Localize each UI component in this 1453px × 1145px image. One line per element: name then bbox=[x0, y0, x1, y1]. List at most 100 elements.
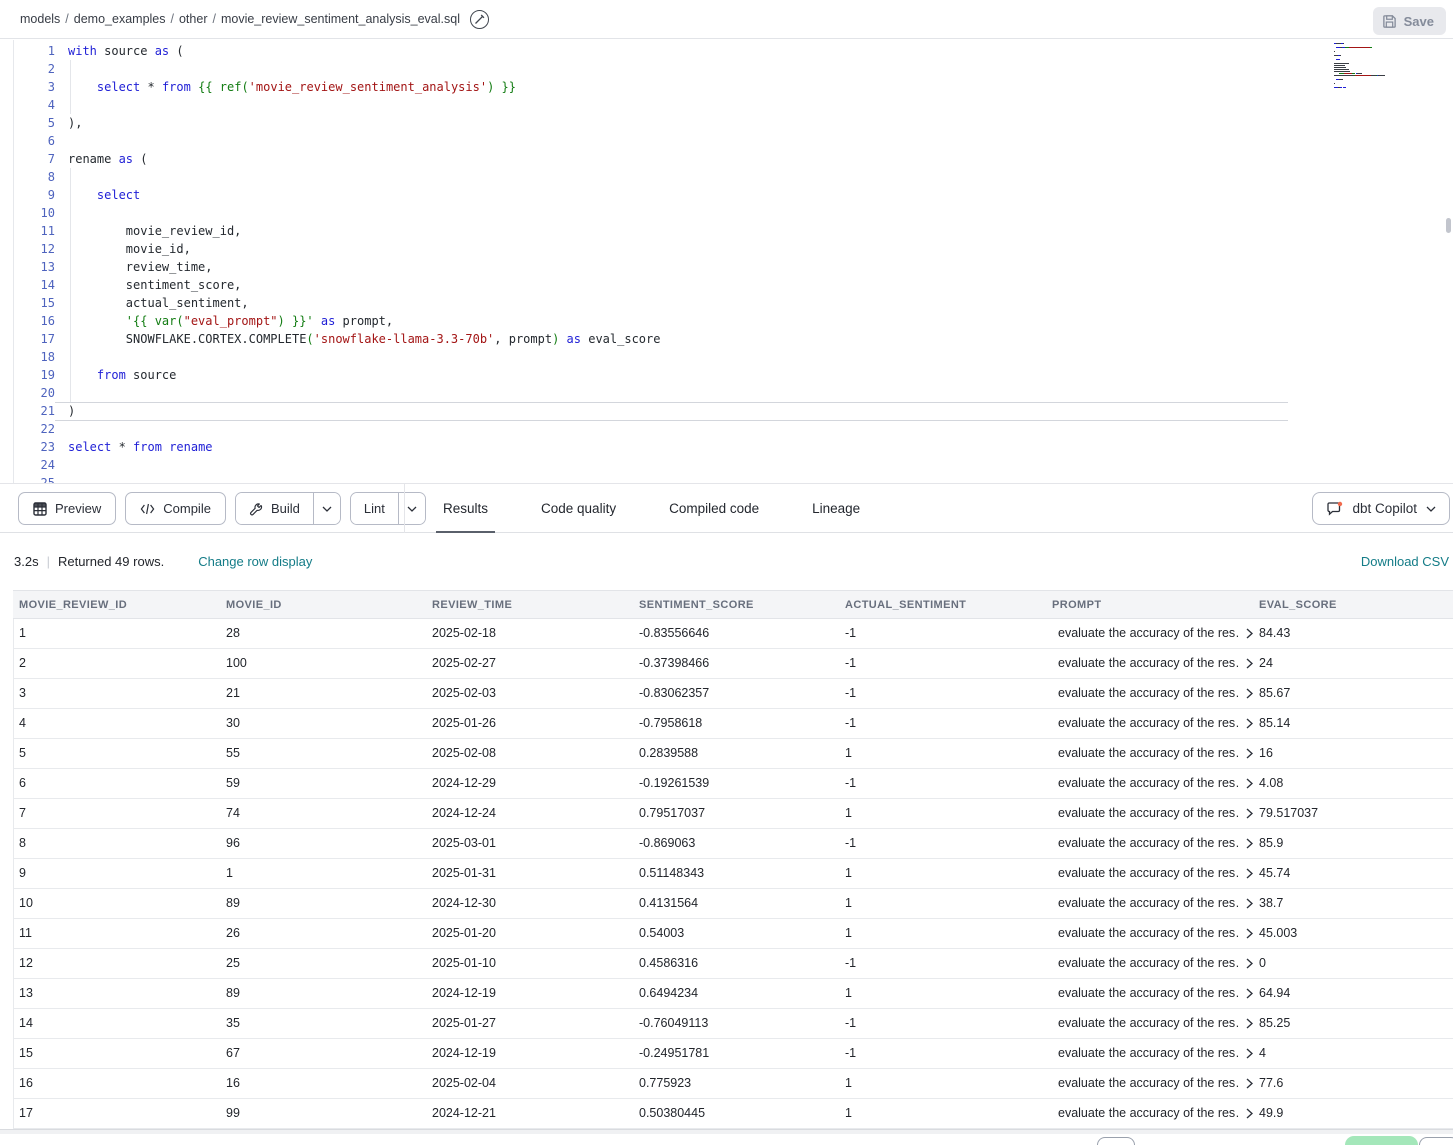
expand-chevron-icon[interactable] bbox=[1246, 958, 1253, 969]
code-line[interactable]: 17 SNOWFLAKE.CORTEX.COMPLETE('snowflake-… bbox=[13, 330, 1453, 348]
table-cell: 3 bbox=[13, 679, 220, 708]
download-csv-link[interactable]: Download CSV bbox=[1361, 554, 1449, 569]
code-line[interactable]: 10 bbox=[13, 204, 1453, 222]
table-cell: 2024-12-30 bbox=[426, 889, 633, 918]
table-cell: 2025-01-26 bbox=[426, 709, 633, 738]
preview-button[interactable]: Preview bbox=[18, 492, 116, 525]
code-line[interactable]: 20 bbox=[13, 384, 1453, 402]
tab-lineage[interactable]: Lineage bbox=[799, 484, 873, 533]
build-button[interactable]: Build bbox=[236, 493, 313, 524]
bottom-green-button[interactable] bbox=[1345, 1136, 1418, 1145]
change-row-display-link[interactable]: Change row display bbox=[198, 554, 312, 569]
code-line[interactable]: 16 '{{ var("eval_prompt") }}' as prompt, bbox=[13, 312, 1453, 330]
code-line[interactable]: 5), bbox=[13, 114, 1453, 132]
lint-button[interactable]: Lint bbox=[351, 493, 398, 524]
status-separator: | bbox=[47, 554, 50, 569]
code-line[interactable]: 19 from source bbox=[13, 366, 1453, 384]
compile-button[interactable]: Compile bbox=[125, 492, 226, 525]
code-line[interactable]: 12 movie_id, bbox=[13, 240, 1453, 258]
expand-chevron-icon[interactable] bbox=[1246, 1018, 1253, 1029]
code-line[interactable]: 22 bbox=[13, 420, 1453, 438]
expand-chevron-icon[interactable] bbox=[1246, 628, 1253, 639]
code-line[interactable]: 1with source as ( bbox=[13, 42, 1453, 60]
expand-chevron-icon[interactable] bbox=[1246, 928, 1253, 939]
table-cell: -1 bbox=[839, 679, 1046, 708]
breadcrumb-segment[interactable]: models bbox=[20, 12, 60, 26]
code-line[interactable]: 8 bbox=[13, 168, 1453, 186]
table-cell-eval-score: 85.14 bbox=[1253, 709, 1453, 738]
lint-dropdown-chevron[interactable] bbox=[398, 493, 425, 524]
breadcrumb-segment[interactable]: demo_examples bbox=[74, 12, 166, 26]
editor-scrollbar[interactable] bbox=[1446, 218, 1451, 233]
code-line[interactable]: 6 bbox=[13, 132, 1453, 150]
code-line[interactable]: 11 movie_review_id, bbox=[13, 222, 1453, 240]
tab-code-quality[interactable]: Code quality bbox=[528, 484, 629, 533]
expand-chevron-icon[interactable] bbox=[1246, 748, 1253, 759]
breadcrumb-separator: / bbox=[65, 12, 68, 26]
code-line[interactable]: 2 bbox=[13, 60, 1453, 78]
save-button[interactable]: Save bbox=[1373, 7, 1446, 35]
table-row: 11262025-01-200.540031evaluate the accur… bbox=[13, 919, 1453, 949]
prompt-cell: evaluate the accuracy of the res… bbox=[1046, 649, 1253, 678]
table-cell: 1 bbox=[839, 919, 1046, 948]
expand-chevron-icon[interactable] bbox=[1246, 898, 1253, 909]
column-header[interactable]: EVAL_SCORE bbox=[1253, 591, 1453, 618]
expand-chevron-icon[interactable] bbox=[1246, 868, 1253, 879]
format-file-icon[interactable] bbox=[470, 10, 489, 29]
code-line[interactable]: 4 bbox=[13, 96, 1453, 114]
code-editor[interactable]: 1with source as (23 select * from {{ ref… bbox=[0, 40, 1453, 483]
table-cell: 9 bbox=[13, 859, 220, 888]
editor-minimap[interactable] bbox=[1334, 43, 1446, 93]
expand-chevron-icon[interactable] bbox=[1246, 808, 1253, 819]
table-cell: -1 bbox=[839, 1039, 1046, 1068]
table-cell: -1 bbox=[839, 619, 1046, 648]
expand-chevron-icon[interactable] bbox=[1246, 1108, 1253, 1119]
build-dropdown-chevron[interactable] bbox=[313, 493, 340, 524]
column-header[interactable]: MOVIE_REVIEW_ID bbox=[13, 591, 220, 618]
code-line[interactable]: 7rename as ( bbox=[13, 150, 1453, 168]
bottom-partial-button[interactable] bbox=[1097, 1137, 1135, 1145]
code-line[interactable]: 24 bbox=[13, 456, 1453, 474]
table-cell: -0.76049113 bbox=[633, 1009, 839, 1038]
column-header[interactable]: REVIEW_TIME bbox=[426, 591, 633, 618]
code-line[interactable]: 13 review_time, bbox=[13, 258, 1453, 276]
table-cell: -0.19261539 bbox=[633, 769, 839, 798]
column-header[interactable]: MOVIE_ID bbox=[220, 591, 426, 618]
tab-compiled-code[interactable]: Compiled code bbox=[656, 484, 772, 533]
breadcrumb-segment[interactable]: movie_review_sentiment_analysis_eval.sql bbox=[221, 12, 460, 26]
table-cell: 2025-03-01 bbox=[426, 829, 633, 858]
table-cell: 10 bbox=[13, 889, 220, 918]
expand-chevron-icon[interactable] bbox=[1246, 718, 1253, 729]
table-row: 8962025-03-01-0.869063-1evaluate the acc… bbox=[13, 829, 1453, 859]
expand-chevron-icon[interactable] bbox=[1246, 778, 1253, 789]
column-header[interactable]: ACTUAL_SENTIMENT bbox=[839, 591, 1046, 618]
dbt-copilot-button[interactable]: dbt Copilot bbox=[1312, 492, 1450, 525]
code-line[interactable]: 23select * from rename bbox=[13, 438, 1453, 456]
column-header[interactable]: PROMPT bbox=[1046, 591, 1253, 618]
code-line[interactable]: 15 actual_sentiment, bbox=[13, 294, 1453, 312]
table-cell: 0.54003 bbox=[633, 919, 839, 948]
code-line[interactable]: 18 bbox=[13, 348, 1453, 366]
expand-chevron-icon[interactable] bbox=[1246, 1048, 1253, 1059]
line-number: 19 bbox=[13, 366, 55, 384]
table-row: 14352025-01-27-0.76049113-1evaluate the … bbox=[13, 1009, 1453, 1039]
code-line[interactable]: 21) bbox=[13, 402, 1453, 420]
expand-chevron-icon[interactable] bbox=[1246, 838, 1253, 849]
breadcrumb-segment[interactable]: other bbox=[179, 12, 208, 26]
prompt-text: evaluate the accuracy of the res… bbox=[1052, 679, 1239, 708]
build-split-button: Build bbox=[235, 492, 341, 525]
column-header[interactable]: SENTIMENT_SCORE bbox=[633, 591, 839, 618]
breadcrumb-separator: / bbox=[171, 12, 174, 26]
code-line[interactable]: 14 sentiment_score, bbox=[13, 276, 1453, 294]
expand-chevron-icon[interactable] bbox=[1246, 988, 1253, 999]
prompt-text: evaluate the accuracy of the res… bbox=[1052, 919, 1239, 948]
tab-results[interactable]: Results bbox=[430, 484, 501, 533]
expand-chevron-icon[interactable] bbox=[1246, 688, 1253, 699]
bottom-partial-button[interactable] bbox=[1419, 1137, 1453, 1145]
table-cell: 12 bbox=[13, 949, 220, 978]
code-line[interactable]: 3 select * from {{ ref('movie_review_sen… bbox=[13, 78, 1453, 96]
code-line[interactable]: 9 select bbox=[13, 186, 1453, 204]
expand-chevron-icon[interactable] bbox=[1246, 1078, 1253, 1089]
expand-chevron-icon[interactable] bbox=[1246, 658, 1253, 669]
code-line[interactable]: 25 bbox=[13, 474, 1453, 483]
